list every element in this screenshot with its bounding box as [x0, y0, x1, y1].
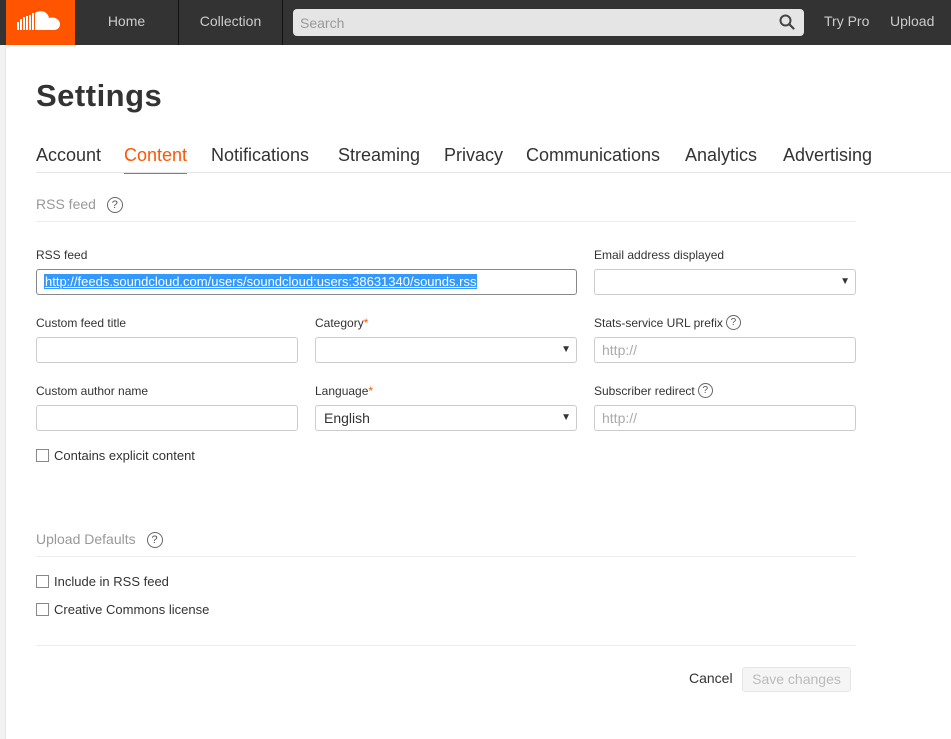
try-pro-link[interactable]: Try Pro: [824, 0, 869, 45]
include-rss-label: Include in RSS feed: [54, 574, 169, 589]
email-displayed-label: Email address displayed: [594, 248, 725, 262]
language-select[interactable]: English ▼: [315, 405, 577, 431]
explicit-content-checkbox[interactable]: [36, 449, 49, 463]
custom-author-input[interactable]: [36, 405, 298, 431]
save-changes-button[interactable]: Save changes: [742, 667, 851, 692]
creative-commons-label: Creative Commons license: [54, 602, 210, 617]
page-title: Settings: [36, 78, 163, 113]
custom-feed-title-input[interactable]: [36, 337, 298, 363]
creative-commons-checkbox[interactable]: [36, 603, 49, 617]
include-rss-checkbox[interactable]: [36, 575, 49, 589]
search-box: [293, 9, 804, 36]
help-icon[interactable]: ?: [697, 383, 713, 399]
soundcloud-logo[interactable]: [6, 0, 75, 45]
chevron-down-icon: ▼: [561, 344, 571, 355]
custom-author-label: Custom author name: [36, 384, 149, 398]
language-value: English: [324, 410, 370, 426]
tab-privacy[interactable]: Privacy: [444, 145, 503, 174]
include-rss-row: Include in RSS feed: [36, 574, 169, 589]
rss-section-title: RSS feed ?: [36, 196, 123, 214]
rss-feed-value: http://feeds.soundcloud.com/users/soundc…: [44, 274, 478, 289]
tab-communications[interactable]: Communications: [526, 145, 660, 174]
explicit-content-label: Contains explicit content: [54, 448, 195, 463]
help-icon[interactable]: ?: [106, 197, 123, 214]
section-divider: [36, 556, 856, 557]
email-displayed-select[interactable]: ▼: [594, 269, 856, 295]
chevron-down-icon: ▼: [561, 412, 571, 423]
rss-feed-label: RSS feed: [36, 248, 88, 262]
cancel-button[interactable]: Cancel: [689, 670, 733, 686]
tab-advertising[interactable]: Advertising: [783, 145, 872, 174]
tab-streaming[interactable]: Streaming: [338, 145, 420, 174]
upload-defaults-title: Upload Defaults ?: [36, 531, 163, 549]
subscriber-redirect-label-text: Subscriber redirect: [594, 384, 695, 398]
chevron-down-icon: ▼: [840, 276, 850, 287]
subscriber-redirect-label: Subscriber redirect?: [594, 383, 713, 399]
help-icon[interactable]: ?: [146, 532, 163, 549]
rss-feed-field[interactable]: http://feeds.soundcloud.com/users/soundc…: [36, 269, 577, 295]
nav-collection[interactable]: Collection: [179, 0, 283, 45]
footer-divider: [36, 645, 856, 646]
tab-notifications[interactable]: Notifications: [211, 145, 309, 174]
section-divider: [36, 221, 856, 222]
search-icon[interactable]: [779, 14, 795, 30]
stats-prefix-label-text: Stats-service URL prefix: [594, 316, 723, 330]
tab-account[interactable]: Account: [36, 145, 101, 174]
tab-content[interactable]: Content: [124, 145, 188, 174]
page-left-edge: [0, 45, 6, 739]
top-navigation-bar: Home Collection Try Pro Upload: [0, 0, 951, 45]
upload-defaults-label: Upload Defaults: [36, 531, 136, 547]
required-mark: *: [368, 384, 374, 398]
tabs-divider: [36, 172, 951, 173]
tab-analytics[interactable]: Analytics: [685, 145, 757, 174]
nav-home[interactable]: Home: [75, 0, 179, 45]
stats-prefix-input[interactable]: [594, 337, 856, 363]
soundcloud-logo-icon: [17, 11, 60, 30]
category-label: Category*: [315, 316, 368, 330]
language-label-text: Language: [315, 384, 369, 398]
search-input[interactable]: [293, 9, 763, 36]
stats-prefix-label: Stats-service URL prefix?: [594, 315, 741, 331]
creative-commons-row: Creative Commons license: [36, 602, 209, 617]
subscriber-redirect-input[interactable]: [594, 405, 856, 431]
rss-section-label: RSS feed: [36, 196, 96, 212]
help-icon[interactable]: ?: [725, 315, 741, 331]
category-label-text: Category: [315, 316, 364, 330]
required-mark: *: [363, 316, 369, 330]
category-select[interactable]: ▼: [315, 337, 577, 363]
language-label: Language*: [315, 384, 373, 398]
explicit-content-row: Contains explicit content: [36, 448, 195, 463]
custom-feed-title-label: Custom feed title: [36, 316, 127, 330]
upload-link[interactable]: Upload: [890, 0, 934, 45]
